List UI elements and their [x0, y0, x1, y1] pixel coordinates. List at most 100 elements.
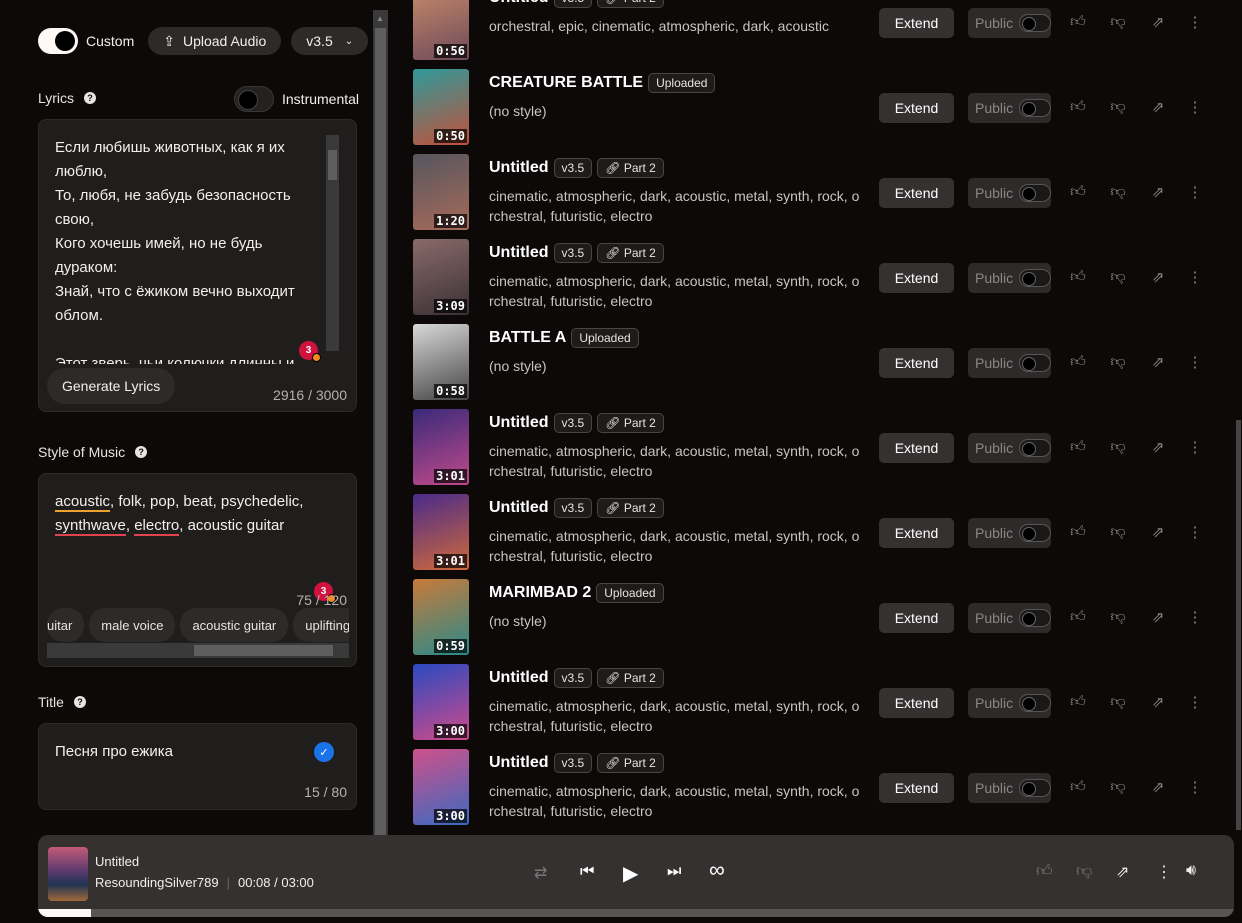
song-row[interactable]: 3:09 Untitled v3.5 🔗︎ Part 2 cinematic, at… — [413, 237, 1233, 317]
title-input[interactable]: Песня про ежика — [55, 743, 173, 760]
more-icon[interactable]: ⋮ — [1185, 98, 1205, 116]
thumbs-up-icon[interactable]: 👍︎ — [1068, 98, 1088, 116]
thumbs-up-icon[interactable]: 👍︎ — [1068, 608, 1088, 626]
song-title[interactable]: Untitled — [489, 244, 549, 262]
thumbs-down-icon[interactable]: 👎︎ — [1108, 608, 1128, 626]
song-title[interactable]: Untitled — [489, 0, 549, 7]
public-switch[interactable] — [1019, 439, 1051, 457]
more-icon[interactable]: ⋮ — [1185, 353, 1205, 371]
song-title[interactable]: BATTLE A — [489, 329, 566, 347]
song-title[interactable]: Untitled — [489, 159, 549, 177]
share-icon[interactable]: ⇗ — [1148, 268, 1168, 286]
public-toggle[interactable]: Public — [968, 773, 1051, 803]
public-switch[interactable] — [1019, 269, 1051, 287]
lyrics-scrollbar[interactable] — [326, 135, 339, 351]
song-row[interactable]: 0:56 Untitled v3.5 🔗︎ Part 2 orchestral, e… — [413, 0, 1233, 62]
share-icon[interactable]: ⇗ — [1148, 693, 1168, 711]
song-cover[interactable]: 0:56 — [413, 0, 469, 60]
song-cover[interactable]: 0:58 — [413, 324, 469, 400]
share-icon[interactable]: ⇗ — [1148, 183, 1168, 201]
share-icon[interactable]: ⇗ — [1148, 353, 1168, 371]
more-icon[interactable]: ⋮ — [1185, 13, 1205, 31]
more-icon[interactable]: ⋮ — [1185, 608, 1205, 626]
extend-button[interactable]: Extend — [879, 348, 954, 378]
public-toggle[interactable]: Public — [968, 688, 1051, 718]
song-title[interactable]: Untitled — [489, 754, 549, 772]
infinite-loop-icon[interactable]: ∞ — [709, 857, 725, 883]
thumbs-up-icon[interactable]: 👍︎ — [1068, 778, 1088, 796]
more-icon[interactable]: ⋮ — [1185, 693, 1205, 711]
song-cover[interactable]: 3:00 — [413, 664, 469, 740]
share-icon[interactable]: ⇗ — [1148, 608, 1168, 626]
song-cover[interactable]: 3:01 — [413, 409, 469, 485]
grammar-badge[interactable]: 3 — [299, 341, 321, 362]
share-icon[interactable]: ⇗ — [1148, 523, 1168, 541]
song-title[interactable]: CREATURE BATTLE — [489, 74, 643, 92]
thumbs-down-icon[interactable]: 👎︎ — [1108, 268, 1128, 286]
part-badge[interactable]: 🔗︎ Part 2 — [597, 158, 664, 178]
song-title[interactable]: Untitled — [489, 414, 549, 432]
extend-button[interactable]: Extend — [879, 8, 954, 38]
style-chip[interactable]: acoustic guitar — [180, 608, 289, 642]
part-badge[interactable]: 🔗︎ Part 2 — [597, 753, 664, 773]
chips-scrollbar[interactable] — [47, 643, 349, 658]
share-icon[interactable]: ⇗ — [1148, 438, 1168, 456]
public-toggle[interactable]: Public — [968, 348, 1051, 378]
thumbs-up-icon[interactable]: 👍︎ — [1068, 523, 1088, 541]
more-icon[interactable]: ⋮ — [1185, 523, 1205, 541]
share-icon[interactable]: ⇗ — [1116, 862, 1129, 882]
thumbs-up-icon[interactable]: 👍︎ — [1068, 13, 1088, 31]
song-title[interactable]: Untitled — [489, 499, 549, 517]
more-icon[interactable]: ⋮ — [1185, 268, 1205, 286]
song-row[interactable]: 1:20 Untitled v3.5 🔗︎ Part 2 cinematic, at… — [413, 152, 1233, 232]
style-input[interactable]: acoustic, folk, pop, beat, psychedelic, … — [55, 490, 335, 538]
extend-button[interactable]: Extend — [879, 688, 954, 718]
song-cover[interactable]: 3:00 — [413, 749, 469, 825]
play-icon[interactable]: ▶ — [623, 861, 638, 886]
help-icon[interactable]: ? — [135, 446, 148, 458]
song-cover[interactable]: 3:01 — [413, 494, 469, 570]
thumbs-down-icon[interactable]: 👎︎ — [1076, 862, 1092, 881]
part-badge[interactable]: 🔗︎ Part 2 — [597, 668, 664, 688]
style-chip[interactable]: uitar — [47, 608, 85, 642]
share-icon[interactable]: ⇗ — [1148, 98, 1168, 116]
more-icon[interactable]: ⋮ — [1185, 778, 1205, 796]
song-row[interactable]: 3:01 Untitled v3.5 🔗︎ Part 2 cinematic, at… — [413, 492, 1233, 572]
volume-icon[interactable]: 🔊︎ — [1186, 862, 1196, 880]
thumbs-down-icon[interactable]: 👎︎ — [1108, 13, 1128, 31]
thumbs-down-icon[interactable]: 👎︎ — [1108, 98, 1128, 116]
public-switch[interactable] — [1019, 524, 1051, 542]
extend-button[interactable]: Extend — [879, 263, 954, 293]
song-title[interactable]: MARIMBAD 2 — [489, 584, 591, 602]
thumbs-down-icon[interactable]: 👎︎ — [1108, 693, 1128, 711]
extend-button[interactable]: Extend — [879, 178, 954, 208]
public-switch[interactable] — [1019, 14, 1051, 32]
thumbs-down-icon[interactable]: 👎︎ — [1108, 183, 1128, 201]
more-icon[interactable]: ⋮ — [1156, 862, 1172, 882]
extend-button[interactable]: Extend — [879, 773, 954, 803]
progress-bar[interactable] — [38, 909, 1234, 917]
thumbs-up-icon[interactable]: 👍︎ — [1036, 862, 1053, 881]
custom-toggle[interactable] — [38, 28, 78, 54]
previous-icon[interactable]: ⏮ — [580, 863, 594, 881]
public-toggle[interactable]: Public — [968, 603, 1051, 633]
public-toggle[interactable]: Public — [968, 433, 1051, 463]
part-badge[interactable]: 🔗︎ Part 2 — [597, 413, 664, 433]
extend-button[interactable]: Extend — [879, 603, 954, 633]
public-switch[interactable] — [1019, 609, 1051, 627]
thumbs-down-icon[interactable]: 👎︎ — [1108, 353, 1128, 371]
style-chip[interactable]: uplifting — [293, 608, 349, 642]
extend-button[interactable]: Extend — [879, 518, 954, 548]
more-icon[interactable]: ⋮ — [1185, 438, 1205, 456]
public-switch[interactable] — [1019, 694, 1051, 712]
public-switch[interactable] — [1019, 184, 1051, 202]
thumbs-up-icon[interactable]: 👍︎ — [1068, 693, 1088, 711]
song-cover[interactable]: 3:09 — [413, 239, 469, 315]
instrumental-toggle[interactable] — [234, 86, 274, 112]
song-title[interactable]: Untitled — [489, 669, 549, 687]
song-cover[interactable]: 0:59 — [413, 579, 469, 655]
song-row[interactable]: 3:01 Untitled v3.5 🔗︎ Part 2 cinematic, at… — [413, 407, 1233, 487]
extend-button[interactable]: Extend — [879, 93, 954, 123]
song-row[interactable]: 0:59 MARIMBAD 2 Uploaded (no style) Exten… — [413, 577, 1233, 657]
help-icon[interactable]: ? — [73, 696, 86, 708]
